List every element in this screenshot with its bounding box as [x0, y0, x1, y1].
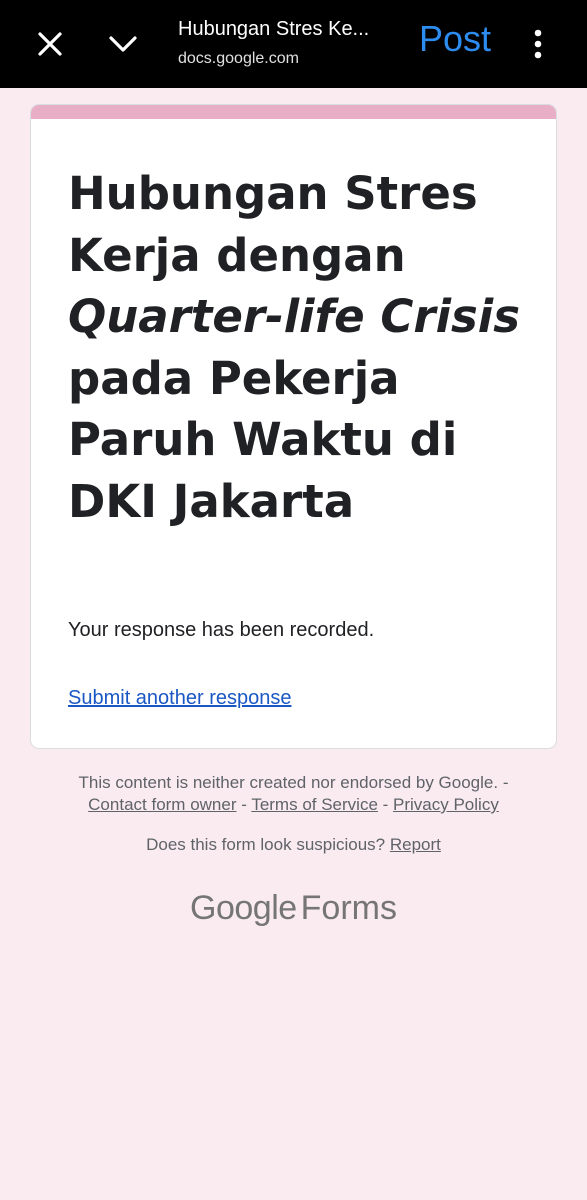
chevron-down-icon[interactable]: [100, 22, 146, 66]
suspicious-text: Does this form look suspicious?: [146, 835, 390, 854]
google-wordmark: Google: [190, 889, 297, 927]
submit-another-response-link[interactable]: Submit another response: [68, 685, 291, 711]
privacy-link[interactable]: Privacy Policy: [393, 795, 499, 814]
close-icon[interactable]: [28, 22, 72, 66]
form-title-part2: pada Pekerja Paruh Waktu di DKI Jakarta: [68, 351, 458, 528]
browser-toolbar: Hubungan Stres Ke... docs.google.com Pos…: [0, 0, 587, 88]
form-footer: This content is neither created nor endo…: [0, 772, 587, 856]
report-link[interactable]: Report: [390, 835, 441, 854]
footer-sep-2: -: [377, 795, 394, 814]
form-accent-bar: [31, 105, 556, 119]
google-forms-logo[interactable]: Google Forms: [0, 886, 587, 930]
form-title: Hubungan Stres Kerja dengan Quarter-life…: [68, 163, 538, 532]
more-vert-icon[interactable]: [526, 22, 550, 66]
page-url: docs.google.com: [178, 50, 299, 67]
response-recorded-text: Your response has been recorded.: [68, 619, 375, 641]
form-card: Hubungan Stres Kerja dengan Quarter-life…: [30, 104, 557, 749]
disclaimer-text: This content is neither created nor endo…: [78, 773, 509, 792]
suspicious-line: Does this form look suspicious? Report: [0, 834, 587, 856]
forms-wordmark: Forms: [300, 889, 397, 927]
page-title: Hubungan Stres Ke...: [178, 18, 370, 40]
form-title-part1: Hubungan Stres Kerja dengan: [68, 167, 478, 282]
post-button[interactable]: Post: [419, 16, 491, 62]
footer-sep-1: -: [236, 795, 252, 814]
form-title-italic: Quarter-life Crisis: [68, 290, 520, 343]
terms-link[interactable]: Terms of Service: [251, 795, 378, 814]
page-title-block[interactable]: Hubungan Stres Ke... docs.google.com: [178, 16, 398, 70]
contact-owner-link[interactable]: Contact form owner: [88, 795, 236, 814]
footer-links: Contact form owner - Terms of Service - …: [0, 794, 587, 816]
